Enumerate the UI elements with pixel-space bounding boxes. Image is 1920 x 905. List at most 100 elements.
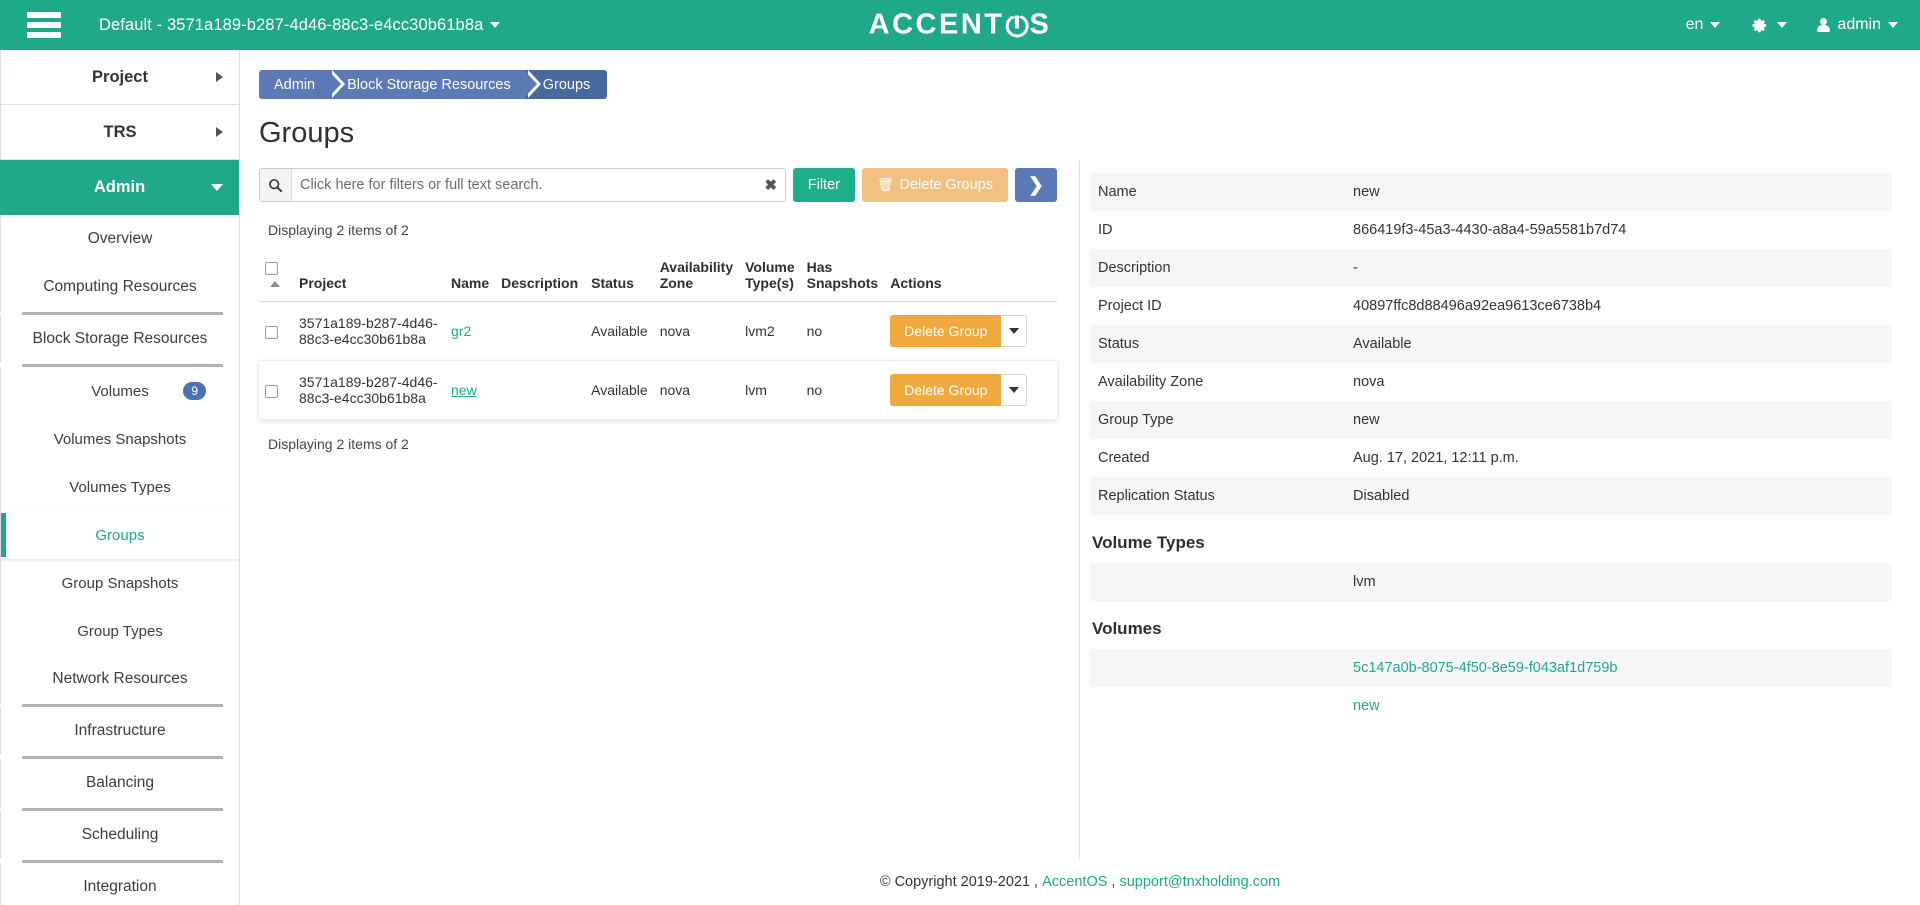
row-select-cell	[259, 301, 293, 361]
group-detail-table: Name new ID 866419f3-45a3-4430-a8a4-59a5…	[1090, 173, 1892, 515]
sidebar-item-infrastructure[interactable]: Infrastructure	[0, 707, 239, 755]
cell-project: 3571a189-b287-4d46-88c3-e4cc30b61b8a	[293, 301, 445, 361]
header-volume-types[interactable]: Volume Type(s)	[739, 254, 801, 302]
clear-search-icon[interactable]: ✖	[757, 176, 785, 194]
sidebar-item-label: Block Storage Resources	[32, 330, 208, 347]
search-input[interactable]	[292, 177, 757, 193]
sidebar-item-label: Network Resources	[52, 670, 188, 687]
gear-icon	[1750, 17, 1767, 34]
sidebar-item-label: Volumes Types	[69, 478, 171, 496]
volume-link[interactable]: new	[1353, 698, 1380, 714]
header-availability-zone[interactable]: Availability Zone	[653, 254, 740, 302]
detail-row: Replication Status Disabled	[1090, 477, 1892, 515]
page-layout: Project TRS Admin Overview Computing Res…	[0, 50, 1920, 905]
row-select-cell	[259, 360, 293, 420]
row-checkbox[interactable]	[265, 325, 278, 339]
sidebar-item-label: Group Types	[77, 622, 163, 640]
displaying-count-top: Displaying 2 items of 2	[268, 222, 409, 238]
table-header-row: Project Name Description Status Availabi…	[259, 254, 1057, 302]
sidebar-item-label: Infrastructure	[74, 722, 166, 739]
header-actions: Actions	[884, 254, 1057, 302]
header-project[interactable]: Project	[293, 254, 445, 302]
row-actions-dropdown-toggle[interactable]	[1001, 315, 1028, 347]
detail-key: Name	[1090, 173, 1345, 211]
cell-actions: Delete Group	[884, 360, 1057, 420]
detail-row: Group Type new	[1090, 401, 1892, 439]
group-name-link[interactable]: new	[451, 382, 477, 398]
header-has-snapshots[interactable]: Has Snapshots	[800, 254, 885, 302]
detail-key: ID	[1098, 222, 1113, 238]
tenant-label: Default - 3571a189-b287-4d46-88c3-e4cc30…	[99, 15, 484, 34]
cell-availability-zone: nova	[653, 301, 740, 361]
search-icon	[260, 169, 292, 201]
user-menu[interactable]: admin	[1817, 16, 1898, 34]
power-icon	[1005, 14, 1029, 38]
table-row[interactable]: 3571a189-b287-4d46-88c3-e4cc30b61b8a gr2…	[259, 301, 1057, 361]
header-description[interactable]: Description	[495, 254, 586, 302]
sidebar-item-volumes[interactable]: Volumes 9	[0, 367, 239, 415]
settings-menu[interactable]	[1750, 17, 1788, 34]
header-name[interactable]: Name	[445, 254, 496, 302]
sidebar-item-label: Integration	[83, 878, 157, 895]
sidebar-item-computing-resources[interactable]: Computing Resources	[0, 263, 239, 311]
sidebar-item-label: Groups	[95, 526, 145, 544]
sidebar-item-group-snapshots[interactable]: Group Snapshots	[0, 559, 239, 607]
footer-brand-link[interactable]: AccentOS	[1042, 874, 1107, 890]
language-label: en	[1685, 16, 1704, 33]
sidebar-item-groups[interactable]: Groups	[0, 511, 239, 559]
header-status[interactable]: Status	[585, 254, 654, 302]
sidebar-item-scheduling[interactable]: Scheduling	[0, 811, 239, 859]
breadcrumb-item-admin[interactable]: Admin	[259, 70, 346, 99]
sidebar-item-label: Computing Resources	[43, 278, 197, 295]
breadcrumb-item-block-storage-resources[interactable]: Block Storage Resources	[329, 70, 541, 99]
delete-group-button[interactable]: Delete Group	[890, 374, 1002, 406]
content-split: ✖ Filter 🗑 Delete Groups ❯ Displaying 2 …	[240, 160, 1920, 905]
sort-ascending-icon[interactable]	[270, 281, 280, 288]
delete-groups-button[interactable]: 🗑 Delete Groups	[861, 168, 1008, 202]
table-row[interactable]: 3571a189-b287-4d46-88c3-e4cc30b61b8a new…	[259, 360, 1057, 420]
sidebar-item-label: Volumes Snapshots	[53, 430, 187, 448]
filter-button[interactable]: Filter	[792, 168, 855, 202]
sidebar-item-block-storage-resources[interactable]: Block Storage Resources	[0, 315, 239, 363]
page-title: Groups	[259, 117, 355, 149]
cell-description	[495, 360, 586, 420]
main-content: Admin Block Storage Resources Groups Gro…	[240, 50, 1920, 905]
row-checkbox[interactable]	[265, 384, 278, 398]
detail-value: new	[1345, 401, 1892, 439]
sidebar-panel-project[interactable]: Project	[0, 50, 239, 105]
volume-cell: 5c147a0b-8075-4f50-8e59-f043af1d759b	[1345, 649, 1892, 687]
hamburger-icon[interactable]	[27, 12, 61, 38]
sidebar-item-label: Balancing	[85, 774, 155, 791]
detail-row: Description -	[1090, 249, 1892, 287]
footer-email-link[interactable]: support@tnxholding.com	[1119, 874, 1280, 890]
brand-logo: ACCENT S	[869, 9, 1052, 42]
sidebar-item-integration[interactable]: Integration	[0, 863, 239, 905]
detail-row: Name new	[1090, 173, 1892, 211]
volume-types-table: lvm	[1090, 563, 1892, 601]
select-all-checkbox[interactable]	[265, 261, 278, 275]
chevron-down-icon	[211, 184, 223, 191]
sidebar-item-balancing[interactable]: Balancing	[0, 759, 239, 807]
search-box[interactable]: ✖	[259, 168, 786, 202]
sidebar-panel-trs[interactable]: TRS	[0, 105, 239, 160]
footer-copyright: © Copyright 2019-2021 ,	[879, 874, 1039, 890]
language-selector[interactable]: en	[1686, 16, 1721, 34]
detail-value: nova	[1353, 374, 1385, 390]
sidebar-panel-admin[interactable]: Admin	[0, 160, 239, 215]
sidebar-item-volumes-types[interactable]: Volumes Types	[0, 463, 239, 511]
sidebar-item-volumes-snapshots[interactable]: Volumes Snapshots	[0, 415, 239, 463]
tenant-selector[interactable]: Default - 3571a189-b287-4d46-88c3-e4cc30…	[99, 15, 501, 35]
cell-name: new	[445, 360, 496, 420]
next-actions-button[interactable]: ❯	[1015, 168, 1057, 202]
footer-separator: ,	[1111, 874, 1116, 890]
row-action-group: Delete Group	[890, 315, 1051, 347]
sidebar-item-overview[interactable]: Overview	[0, 215, 239, 263]
cell-has-snapshots: no	[800, 360, 885, 420]
volume-link[interactable]: 5c147a0b-8075-4f50-8e59-f043af1d759b	[1353, 660, 1617, 676]
sidebar-item-group-types[interactable]: Group Types	[0, 607, 239, 655]
row-actions-dropdown-toggle[interactable]	[1001, 374, 1028, 406]
sidebar-item-network-resources[interactable]: Network Resources	[0, 655, 239, 703]
sidebar-panel-label: TRS	[103, 122, 137, 141]
delete-group-button[interactable]: Delete Group	[890, 315, 1002, 347]
group-name-link[interactable]: gr2	[451, 323, 471, 339]
